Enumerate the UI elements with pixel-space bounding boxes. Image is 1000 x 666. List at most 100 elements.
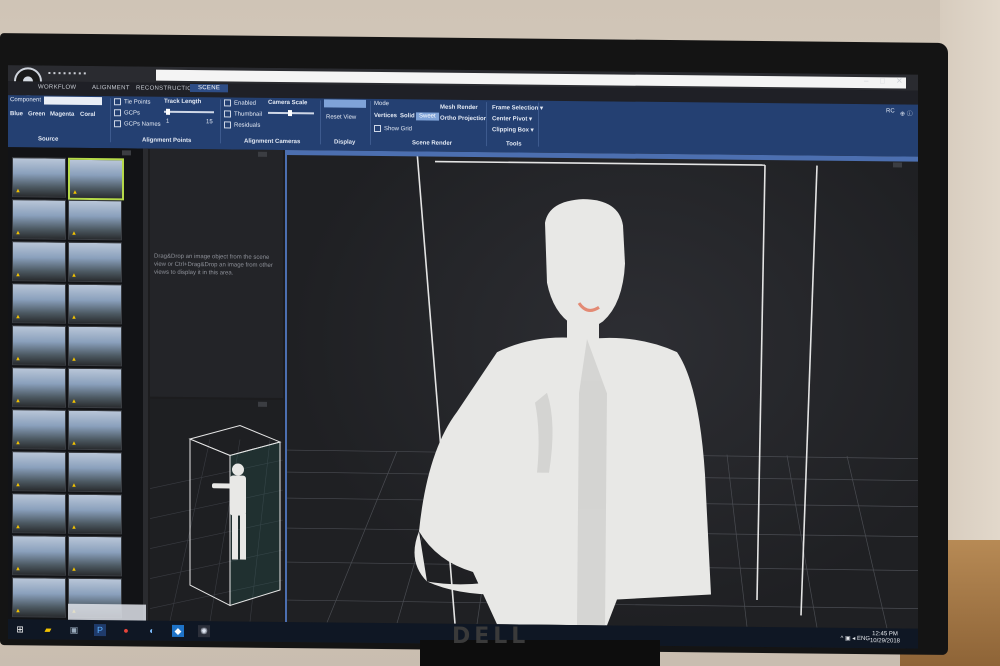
residuals-toggle[interactable]: Residuals	[224, 121, 260, 129]
image-thumbnail[interactable]: ▲	[68, 283, 122, 325]
gcps-names-label: GCPs Names	[124, 121, 161, 128]
vertices-button[interactable]: Vertices	[374, 113, 397, 119]
checkbox[interactable]	[114, 120, 121, 128]
chrome-icon[interactable]: ●	[120, 624, 132, 636]
image-thumbnail[interactable]: ▲	[68, 367, 122, 409]
image-thumbnail[interactable]: ▲	[12, 157, 66, 198]
image-thumbnail[interactable]: ▲	[68, 157, 124, 201]
tab-scene[interactable]: SCENE	[190, 84, 229, 93]
ortho-projection-button[interactable]: Ortho Projection	[440, 116, 487, 122]
image-thumbnail[interactable]: ▲	[12, 325, 66, 366]
file-explorer-icon[interactable]: ▰	[42, 623, 54, 635]
display-select[interactable]	[324, 99, 366, 108]
image-thumbnail[interactable]: ▲	[12, 451, 66, 492]
tie-points-toggle[interactable]: Tie Points	[114, 98, 150, 106]
image-thumbnail[interactable]: ▲	[12, 493, 66, 534]
start-icon[interactable]: ⊞	[14, 623, 26, 635]
image-thumbnail[interactable]: ▲	[12, 367, 66, 408]
image-thumbnail[interactable]: ▲	[68, 409, 122, 451]
tab-workflow[interactable]: WORKFLOW	[38, 84, 76, 90]
frame-selection-menu[interactable]: Frame Selection ▾	[492, 104, 543, 112]
app-icon[interactable]: ◐	[146, 625, 158, 637]
scene-graphic	[287, 151, 918, 629]
image-thumbnail[interactable]: ▲	[68, 493, 122, 535]
divider	[538, 102, 539, 147]
slider-handle[interactable]	[166, 108, 170, 115]
user-initials[interactable]: RC	[886, 108, 895, 114]
track-min: 1	[166, 118, 170, 125]
show-grid-toggle[interactable]: Show Grid	[374, 124, 412, 133]
app-icon[interactable]: ◆	[172, 624, 184, 637]
image-thumbnail[interactable]: ▲	[68, 241, 122, 283]
warning-icon: ▲	[15, 356, 21, 363]
reset-view-button[interactable]: Reset View	[326, 114, 356, 120]
divider	[220, 99, 221, 144]
slider-handle[interactable]	[288, 110, 292, 117]
images-panel: ▲▲▲▲▲▲▲▲▲▲▲▲▲▲▲▲▲▲▲▲▲▲	[8, 147, 148, 621]
photoshop-icon[interactable]: P	[94, 624, 106, 637]
component-select[interactable]	[44, 96, 102, 106]
clipping-box-label: Clipping Box	[492, 127, 529, 134]
solid-button[interactable]: Solid	[400, 113, 415, 119]
color-magenta[interactable]: Magenta	[50, 112, 74, 118]
checkbox[interactable]	[374, 124, 381, 133]
language-indicator[interactable]: ENG	[857, 636, 870, 642]
thumbnail-toggle[interactable]: Thumbnail	[224, 110, 262, 118]
image-thumbnail[interactable]: ▲	[68, 325, 122, 367]
tab-reconstruction[interactable]: RECONSTRUCTION	[136, 85, 197, 92]
tray-icons[interactable]: ^ ▣ ◂ ENG	[840, 635, 870, 642]
color-blue[interactable]: Blue	[10, 111, 23, 117]
track-length-slider[interactable]	[164, 110, 214, 114]
center-pivot-menu[interactable]: Center Pivot ▾	[492, 115, 532, 122]
checkbox[interactable]	[224, 110, 231, 118]
ribbon: Component Blue Green Magenta Coral Sourc…	[8, 95, 918, 157]
panel-badge[interactable]	[122, 150, 132, 156]
warning-icon: ▲	[15, 440, 21, 447]
warning-icon: ▲	[15, 314, 21, 321]
app-icon[interactable]: ▣	[68, 624, 80, 636]
checkbox[interactable]	[114, 98, 121, 106]
color-green[interactable]: Green	[28, 111, 45, 117]
scanned-person-model	[414, 199, 711, 626]
image-thumbnail[interactable]: ▲	[12, 409, 66, 450]
quick-access-icons[interactable]: ▪ ▪ ▪ ▪ ▪ ▪ ▪ ▪	[48, 69, 86, 78]
warning-icon: ▲	[15, 566, 21, 573]
mode-label: Mode	[374, 100, 390, 108]
image-thumbnail[interactable]: ▲	[12, 283, 66, 324]
gcps-names-toggle[interactable]: GCPs Names	[114, 120, 161, 128]
scene-3d-view[interactable]	[285, 150, 918, 629]
clock[interactable]: 12:45 PM 10/29/2018	[870, 631, 900, 645]
group-scene-render: Scene Render	[412, 140, 453, 147]
image-thumbnail[interactable]: ▲	[12, 535, 66, 576]
checkbox[interactable]	[224, 99, 231, 107]
group-display: Display	[334, 139, 356, 146]
color-coral[interactable]: Coral	[80, 112, 95, 118]
image-thumbnail[interactable]: ▲	[12, 199, 66, 240]
checkbox[interactable]	[224, 121, 231, 129]
help-icon[interactable]: ⊕ ⓘ	[900, 108, 913, 117]
warning-icon: ▲	[15, 524, 21, 531]
enabled-toggle[interactable]: Enabled	[224, 99, 256, 107]
mini-3d-view[interactable]	[150, 398, 283, 622]
realitycapture-taskbar-icon[interactable]: ✺	[198, 625, 210, 638]
image-thumbnail[interactable]: ▲	[68, 199, 122, 241]
divider	[110, 98, 111, 143]
image-thumbnail[interactable]: ▲	[12, 577, 66, 618]
minimize-icon[interactable]: –	[864, 76, 868, 85]
image-thumbnail[interactable]: ▲	[68, 535, 122, 577]
gcps-toggle[interactable]: GCPs	[114, 109, 140, 117]
maximize-icon[interactable]: □	[880, 76, 885, 85]
images-scrollbar[interactable]	[143, 148, 148, 621]
sweet-button[interactable]: Sweet	[416, 112, 439, 121]
checkbox[interactable]	[114, 109, 121, 117]
close-icon[interactable]: ✕	[896, 76, 903, 85]
tab-alignment[interactable]: ALIGNMENT	[92, 85, 130, 91]
warning-icon: ▲	[71, 356, 77, 363]
panel-badge[interactable]	[258, 151, 268, 157]
clipping-box-menu[interactable]: Clipping Box ▾	[492, 126, 534, 133]
image-thumbnail[interactable]: ▲	[12, 241, 66, 282]
mini-figure	[212, 463, 246, 560]
image-thumbnail[interactable]: ▲	[68, 451, 122, 493]
clock-date: 10/29/2018	[869, 638, 900, 645]
track-max: 15	[206, 119, 213, 126]
